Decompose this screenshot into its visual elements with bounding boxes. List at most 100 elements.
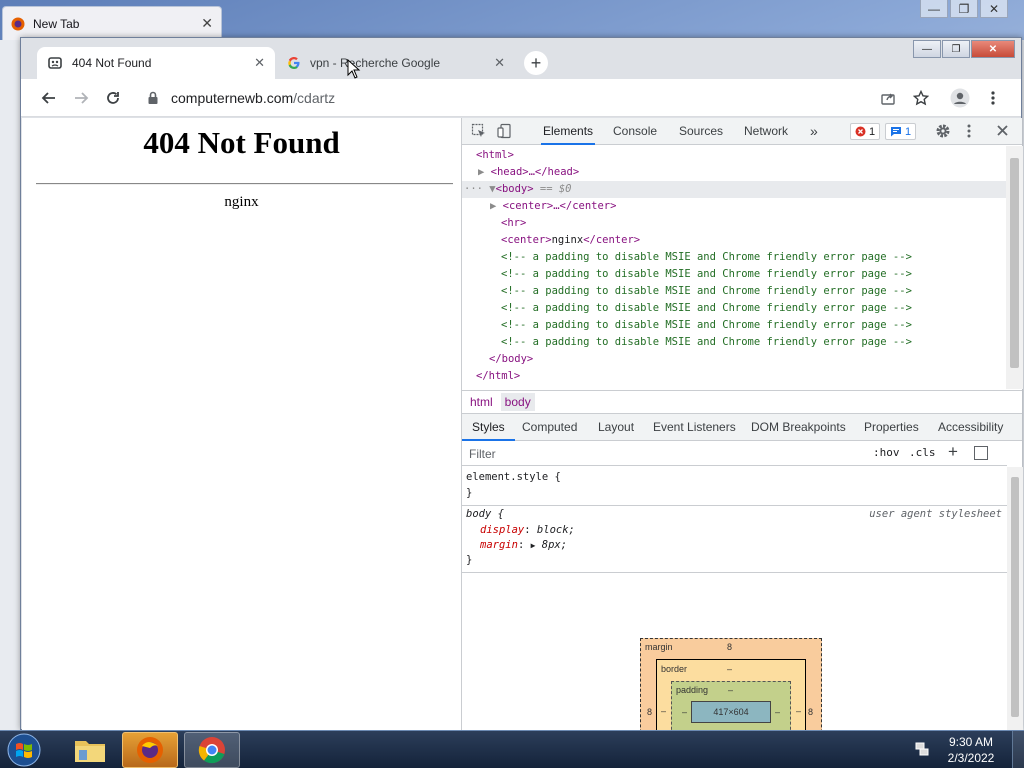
tab-accessibility[interactable]: Accessibility (938, 414, 1003, 441)
tab-event-listeners[interactable]: Event Listeners (653, 414, 736, 441)
new-style-rule-button[interactable]: + (948, 442, 958, 462)
box-model-border-label: border (661, 664, 688, 674)
dom-comment[interactable]: <!-- a padding to disable MSIE and Chrom… (462, 249, 1006, 266)
devtools-menu-icon[interactable] (967, 123, 971, 139)
ellipsis-icon[interactable]: ··· (464, 183, 489, 195)
box-model-padding-top[interactable]: – (728, 685, 733, 695)
error-icon (855, 126, 866, 137)
dom-node-body-selected[interactable]: ··· ▼<body> == $0 (462, 181, 1006, 198)
message-count-badge[interactable]: 1 (885, 123, 917, 140)
firefox-window-left-edge (0, 40, 22, 730)
message-icon (890, 126, 902, 137)
dom-node-center-nginx[interactable]: <center>nginx</center> (462, 232, 1006, 249)
devtools-tab-console[interactable]: Console (613, 118, 657, 145)
tab-close-icon[interactable]: ✕ (254, 55, 265, 71)
expand-triangle-icon[interactable]: ▶ (490, 200, 503, 212)
box-model-margin-right[interactable]: 8 (808, 707, 813, 717)
server-signature: nginx (224, 194, 259, 210)
expand-triangle-icon[interactable]: ▶ (478, 166, 491, 178)
dom-comment[interactable]: <!-- a padding to disable MSIE and Chrom… (462, 283, 1006, 300)
firefox-minimize-button[interactable]: — (920, 0, 948, 18)
address-bar[interactable]: computernewb.com/cdartz (139, 84, 979, 112)
hover-state-toggle[interactable]: :hov (873, 446, 900, 459)
box-model-content-size[interactable]: 417×604 (691, 701, 771, 723)
computed-sidebar-toggle-icon[interactable] (974, 446, 988, 460)
box-model-margin-left[interactable]: 8 (647, 707, 652, 717)
rule-margin[interactable]: margin: ▶ 8px; (466, 537, 567, 553)
devtools-tab-sources[interactable]: Sources (679, 118, 723, 145)
tab-dom-breakpoints[interactable]: DOM Breakpoints (751, 414, 846, 441)
taskbar-file-explorer[interactable] (62, 732, 118, 768)
dom-comment[interactable]: <!-- a padding to disable MSIE and Chrom… (462, 300, 1006, 317)
dom-tree-scrollbar[interactable] (1006, 146, 1023, 389)
tab-layout[interactable]: Layout (598, 414, 634, 441)
devtools-close-icon[interactable] (996, 124, 1009, 137)
tab-styles[interactable]: Styles (462, 414, 515, 441)
scrollbar-thumb[interactable] (1010, 158, 1019, 368)
box-model-padding-left[interactable]: – (682, 707, 687, 717)
dom-comment[interactable]: <!-- a padding to disable MSIE and Chrom… (462, 266, 1006, 283)
firefox-maximize-button[interactable]: ❐ (950, 0, 978, 18)
dom-comment[interactable]: <!-- a padding to disable MSIE and Chrom… (462, 317, 1006, 334)
dom-node-center[interactable]: ▶ <center>…</center> (462, 198, 1006, 215)
taskbar-chrome[interactable] (184, 732, 240, 768)
devtools-tab-elements[interactable]: Elements (541, 118, 596, 145)
dom-node-hr[interactable]: <hr> (462, 215, 1006, 232)
tab-vpn-recherche-google[interactable]: vpn - Recherche Google ✕ (277, 47, 515, 79)
inspect-element-icon[interactable] (471, 123, 487, 139)
class-toggle[interactable]: .cls (909, 446, 936, 459)
tab-computed[interactable]: Computed (522, 414, 577, 441)
expand-triangle-icon[interactable]: ▶ (531, 541, 536, 550)
new-tab-button[interactable]: + (524, 51, 548, 75)
forward-button[interactable] (70, 87, 92, 109)
bookmark-button[interactable] (910, 87, 932, 109)
firefox-tab-new-tab[interactable]: New Tab ✕ (2, 6, 222, 40)
body-rule-selector[interactable]: body { (466, 506, 504, 522)
dom-comment[interactable]: <!-- a padding to disable MSIE and Chrom… (462, 334, 1006, 351)
chrome-menu-button[interactable] (982, 87, 1004, 109)
devtools-panel: Elements Console Sources Network » 1 1 <… (461, 118, 1023, 768)
more-tabs-button[interactable]: » (810, 118, 818, 145)
settings-gear-icon[interactable] (935, 123, 951, 139)
dom-tree: <html> ▶ <head>…</head> ··· ▼<body> == $… (462, 146, 1006, 389)
back-button[interactable] (38, 87, 60, 109)
styles-filter-input[interactable]: Filter (462, 442, 862, 465)
box-model-padding-right[interactable]: – (775, 707, 780, 717)
dom-node-html[interactable]: <html> (462, 147, 1006, 164)
box-model-border-left[interactable]: – (661, 706, 666, 716)
tab-properties[interactable]: Properties (864, 414, 919, 441)
system-clock[interactable]: 9:30 AM 2/3/2022 (936, 734, 1006, 766)
box-model-border-right[interactable]: – (796, 706, 801, 716)
breadcrumb-body[interactable]: body (500, 393, 535, 411)
box-model-border-top[interactable]: – (727, 664, 732, 674)
page-divider (36, 183, 453, 185)
devtools-tab-bar: Elements Console Sources Network » 1 1 (462, 118, 1022, 145)
devtools-tab-network[interactable]: Network (744, 118, 788, 145)
rule-display[interactable]: display: block; (466, 522, 575, 538)
breadcrumb-html[interactable]: html (466, 393, 497, 411)
forward-arrow-icon (73, 90, 89, 106)
dom-node-body-close[interactable]: </body> (462, 351, 1006, 368)
tab-404-not-found[interactable]: 404 Not Found ✕ (37, 47, 275, 79)
reload-button[interactable] (102, 87, 124, 109)
styles-scrollbar[interactable] (1007, 467, 1023, 730)
element-style-rule[interactable]: element.style { (466, 469, 561, 485)
error-count-badge[interactable]: 1 (850, 123, 881, 140)
share-button[interactable] (877, 87, 899, 109)
show-desktop-button[interactable] (1012, 731, 1024, 768)
firefox-close-button[interactable]: ✕ (980, 0, 1008, 18)
device-toolbar-icon[interactable] (497, 123, 513, 139)
profile-button[interactable] (949, 87, 971, 109)
tab-strip: 404 Not Found ✕ vpn - Recherche Google ✕… (21, 47, 1021, 79)
dom-node-html-close[interactable]: </html> (462, 368, 1006, 385)
start-button[interactable] (4, 732, 44, 768)
network-tray-icon[interactable] (914, 741, 930, 757)
box-model-margin-top[interactable]: 8 (727, 642, 732, 652)
scrollbar-thumb[interactable] (1011, 477, 1019, 717)
rule-separator (462, 572, 1007, 573)
tab-close-icon[interactable]: ✕ (494, 55, 505, 71)
url-path: /cdartz (293, 90, 336, 106)
firefox-tab-close-icon[interactable]: ✕ (201, 15, 213, 32)
taskbar-firefox[interactable] (122, 732, 178, 768)
dom-node-head[interactable]: ▶ <head>…</head> (462, 164, 1006, 181)
